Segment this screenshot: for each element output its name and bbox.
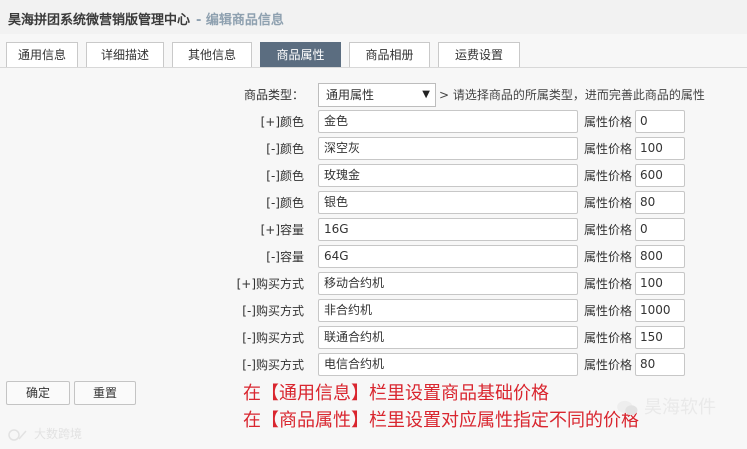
attribute-price-input[interactable]: 0	[635, 110, 685, 133]
attribute-label[interactable]: [-]购买方式	[200, 354, 304, 376]
tab-detail-description[interactable]: 详细描述	[86, 42, 164, 68]
tab-product-attributes[interactable]: 商品属性	[260, 42, 341, 68]
wechat-icon	[617, 400, 638, 416]
attribute-value-input[interactable]: 16G	[318, 218, 578, 241]
tab-other-info[interactable]: 其他信息	[172, 42, 252, 68]
tab-divider	[0, 67, 747, 68]
tab-shipping-settings[interactable]: 运费设置	[438, 42, 520, 68]
attribute-value-input[interactable]: 联通合约机	[318, 326, 578, 349]
watermark-right-text: 昊海软件	[644, 397, 716, 418]
attribute-price-input[interactable]: 100	[635, 137, 685, 160]
attribute-price-input[interactable]: 80	[635, 191, 685, 214]
attribute-value-input[interactable]: 移动合约机	[318, 272, 578, 295]
attribute-label[interactable]: [+]颜色	[200, 111, 304, 133]
attribute-price-input[interactable]: 100	[635, 272, 685, 295]
attribute-price-label: 属性价格	[584, 169, 633, 183]
attribute-value-input[interactable]: 非合约机	[318, 299, 578, 322]
attribute-value-input[interactable]: 玫瑰金	[318, 164, 578, 187]
attribute-value-input[interactable]: 金色	[318, 110, 578, 133]
attribute-price-input[interactable]: 1000	[635, 299, 685, 322]
attribute-label[interactable]: [+]购买方式	[200, 273, 304, 295]
attribute-price-input[interactable]: 80	[635, 353, 685, 376]
confirm-button[interactable]: 确定	[6, 381, 70, 405]
attribute-value-input[interactable]: 电信合约机	[318, 353, 578, 376]
attribute-label[interactable]: [-]颜色	[200, 138, 304, 160]
watermark-right: 昊海软件	[616, 396, 716, 420]
attribute-price-label: 属性价格	[584, 304, 633, 318]
header-bar: 昊海拼团系统微营销版管理中心 - 编辑商品信息	[0, 0, 747, 34]
attribute-price-label: 属性价格	[584, 358, 633, 372]
attribute-price-input[interactable]: 800	[635, 245, 685, 268]
watermark-left: 大数跨境	[8, 426, 82, 443]
attribute-value-input[interactable]: 银色	[318, 191, 578, 214]
attribute-price-label: 属性价格	[584, 115, 633, 129]
tab-product-album[interactable]: 商品相册	[349, 42, 430, 68]
attribute-price-input[interactable]: 600	[635, 164, 685, 187]
brand-logo-icon	[8, 428, 27, 441]
product-type-value: 通用属性	[326, 88, 375, 102]
attribute-price-label: 属性价格	[584, 142, 633, 156]
attribute-label[interactable]: [-]购买方式	[200, 327, 304, 349]
product-type-select[interactable]: 通用属性 ▼	[318, 83, 436, 107]
attribute-value-input[interactable]: 深空灰	[318, 137, 578, 160]
tab-bar: 通用信息 详细描述 其他信息 商品属性 商品相册 运费设置	[0, 42, 747, 68]
product-type-label: 商品类型：	[243, 88, 304, 102]
attribute-price-label: 属性价格	[584, 196, 633, 210]
tab-general-info[interactable]: 通用信息	[6, 42, 78, 68]
attribute-label[interactable]: [-]颜色	[200, 192, 304, 214]
attribute-price-label: 属性价格	[584, 277, 633, 291]
product-type-hint: > 请选择商品的所属类型，进而完善此商品的属性	[439, 88, 705, 102]
watermark-left-text: 大数跨境	[34, 427, 83, 441]
attribute-price-input[interactable]: 150	[635, 326, 685, 349]
attribute-value-input[interactable]: 64G	[318, 245, 578, 268]
attribute-price-input[interactable]: 0	[635, 218, 685, 241]
app-title: 昊海拼团系统微营销版管理中心	[8, 13, 191, 28]
annotation-attribute-price: 在【商品属性】栏里设置对应属性指定不同的价格	[243, 410, 639, 431]
page-subtitle: - 编辑商品信息	[196, 13, 284, 28]
attribute-price-label: 属性价格	[584, 223, 633, 237]
attribute-label[interactable]: [-]容量	[200, 246, 304, 268]
reset-button[interactable]: 重置	[74, 381, 136, 405]
attribute-price-label: 属性价格	[584, 331, 633, 345]
chevron-down-icon: ▼	[422, 89, 430, 100]
attribute-label[interactable]: [-]颜色	[200, 165, 304, 187]
attribute-label[interactable]: [+]容量	[200, 219, 304, 241]
attribute-label[interactable]: [-]购买方式	[200, 300, 304, 322]
annotation-general-price: 在【通用信息】栏里设置商品基础价格	[243, 383, 549, 404]
attribute-price-label: 属性价格	[584, 250, 633, 264]
